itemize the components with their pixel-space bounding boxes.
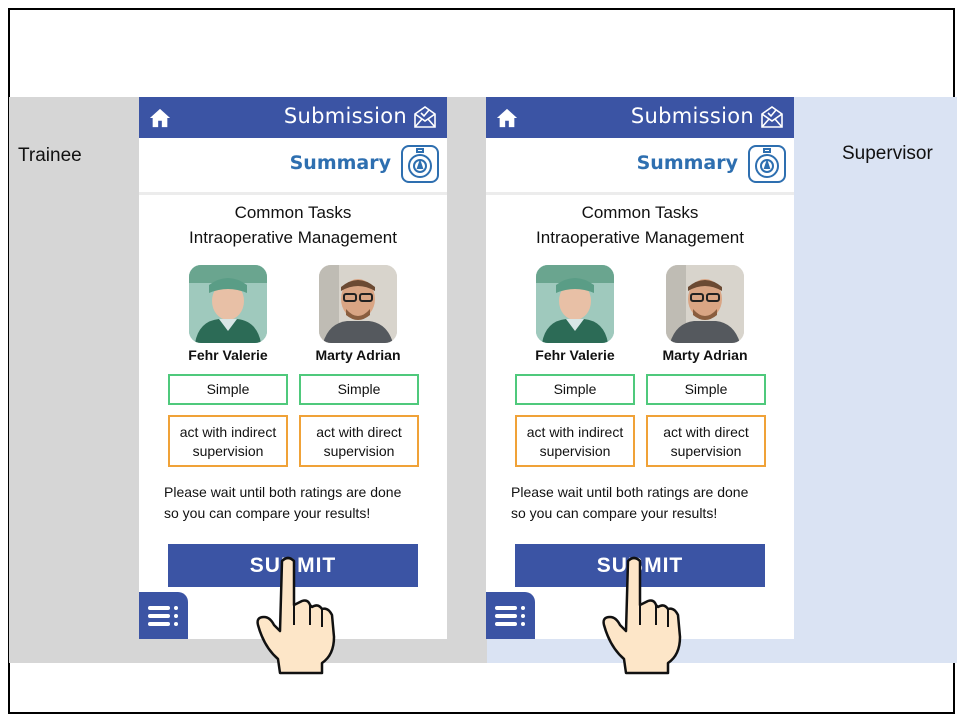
avatar-supervisor bbox=[666, 265, 744, 343]
complexity-rating-trainee: Simple bbox=[515, 374, 635, 405]
stopwatch-button[interactable] bbox=[748, 145, 786, 183]
header-title: Submission bbox=[630, 104, 754, 128]
avatar-supervisor bbox=[319, 265, 397, 343]
stopwatch-icon bbox=[408, 148, 432, 178]
avatar-trainee bbox=[189, 265, 267, 343]
supervision-rating-supervisor: act with direct supervision bbox=[299, 415, 419, 467]
stopwatch-icon bbox=[755, 148, 779, 178]
supervision-rating-supervisor: act with direct supervision bbox=[646, 415, 766, 467]
task-name: Intraoperative Management bbox=[189, 228, 397, 247]
pointing-hand-icon bbox=[602, 556, 682, 675]
complexity-rating-trainee: Simple bbox=[168, 374, 288, 405]
complexity-rating-supervisor: Simple bbox=[299, 374, 419, 405]
pointing-hand-icon bbox=[256, 556, 336, 675]
home-icon[interactable] bbox=[496, 107, 518, 129]
trainee-label: Trainee bbox=[18, 145, 82, 166]
header-bar: Submission bbox=[486, 97, 794, 138]
supervision-rating-trainee: act with indirect supervision bbox=[168, 415, 288, 467]
menu-button[interactable] bbox=[486, 592, 535, 639]
supervision-rating-trainee: act with indirect supervision bbox=[515, 415, 635, 467]
menu-icon bbox=[495, 606, 525, 626]
supervisor-label: Supervisor bbox=[842, 143, 933, 164]
task-category: Common Tasks bbox=[234, 203, 352, 222]
summary-row: Summary bbox=[139, 138, 447, 195]
task-category: Common Tasks bbox=[581, 203, 699, 222]
summary-row: Summary bbox=[486, 138, 794, 195]
home-icon[interactable] bbox=[149, 107, 171, 129]
menu-icon bbox=[148, 606, 178, 626]
header-title: Submission bbox=[283, 104, 407, 128]
envelope-check-icon bbox=[414, 106, 436, 128]
menu-button[interactable] bbox=[139, 592, 188, 639]
wait-message: Please wait until both ratings are done … bbox=[164, 484, 402, 521]
supervisor-name: Marty Adrian bbox=[662, 347, 748, 363]
trainee-name: Fehr Valerie bbox=[535, 347, 615, 363]
wait-message: Please wait until both ratings are done … bbox=[511, 484, 749, 521]
avatar-trainee bbox=[536, 265, 614, 343]
supervisor-name: Marty Adrian bbox=[315, 347, 401, 363]
summary-label: Summary bbox=[636, 152, 738, 174]
header-bar: Submission bbox=[139, 97, 447, 138]
envelope-check-icon bbox=[761, 106, 783, 128]
trainee-name: Fehr Valerie bbox=[188, 347, 268, 363]
summary-label: Summary bbox=[289, 152, 391, 174]
task-name: Intraoperative Management bbox=[536, 228, 744, 247]
complexity-rating-supervisor: Simple bbox=[646, 374, 766, 405]
stopwatch-button[interactable] bbox=[401, 145, 439, 183]
